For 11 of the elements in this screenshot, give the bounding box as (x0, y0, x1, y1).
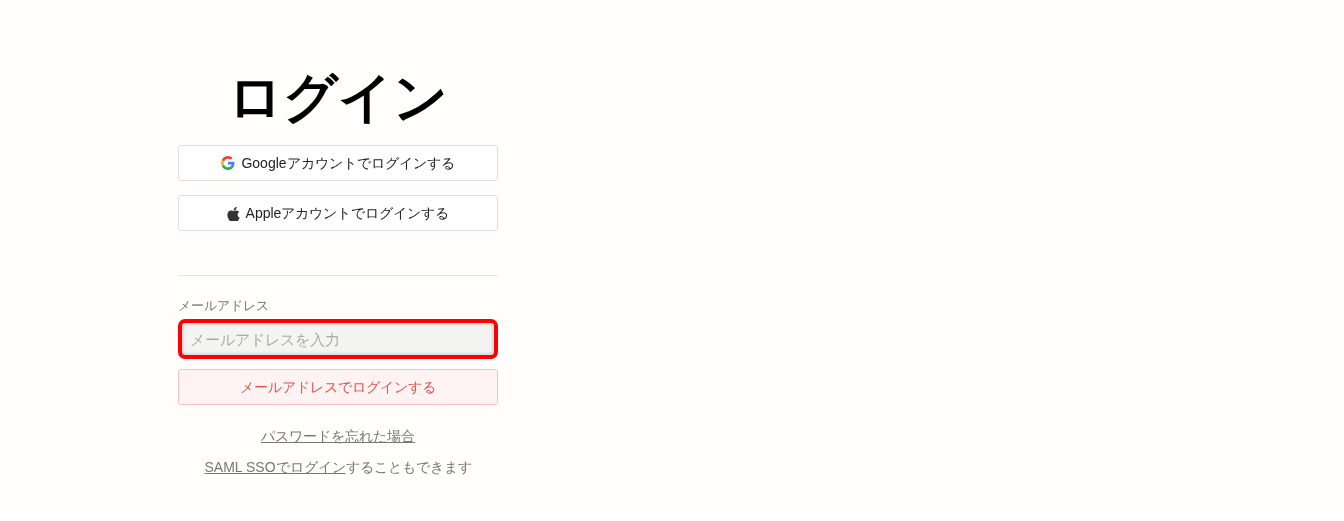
email-login-button[interactable]: メールアドレスでログインする (178, 369, 498, 405)
sso-text: SAML SSOでログインすることもできます (203, 458, 473, 477)
email-field[interactable]: メールアドレスを入力 (178, 319, 498, 359)
sso-link[interactable]: SAML SSOでログイン (204, 459, 346, 475)
field-label: メールアドレス (178, 298, 270, 314)
google-icon (221, 156, 236, 170)
forgot-password-link[interactable]: パスワードを忘れた場合 (261, 426, 415, 447)
apple-icon (226, 205, 240, 221)
page-title: ログイン (227, 66, 449, 129)
social-login-button[interactable]: Googleアカウントでログインする (178, 145, 498, 181)
social-login-button[interactable]: Appleアカウントでログインする (178, 195, 498, 231)
